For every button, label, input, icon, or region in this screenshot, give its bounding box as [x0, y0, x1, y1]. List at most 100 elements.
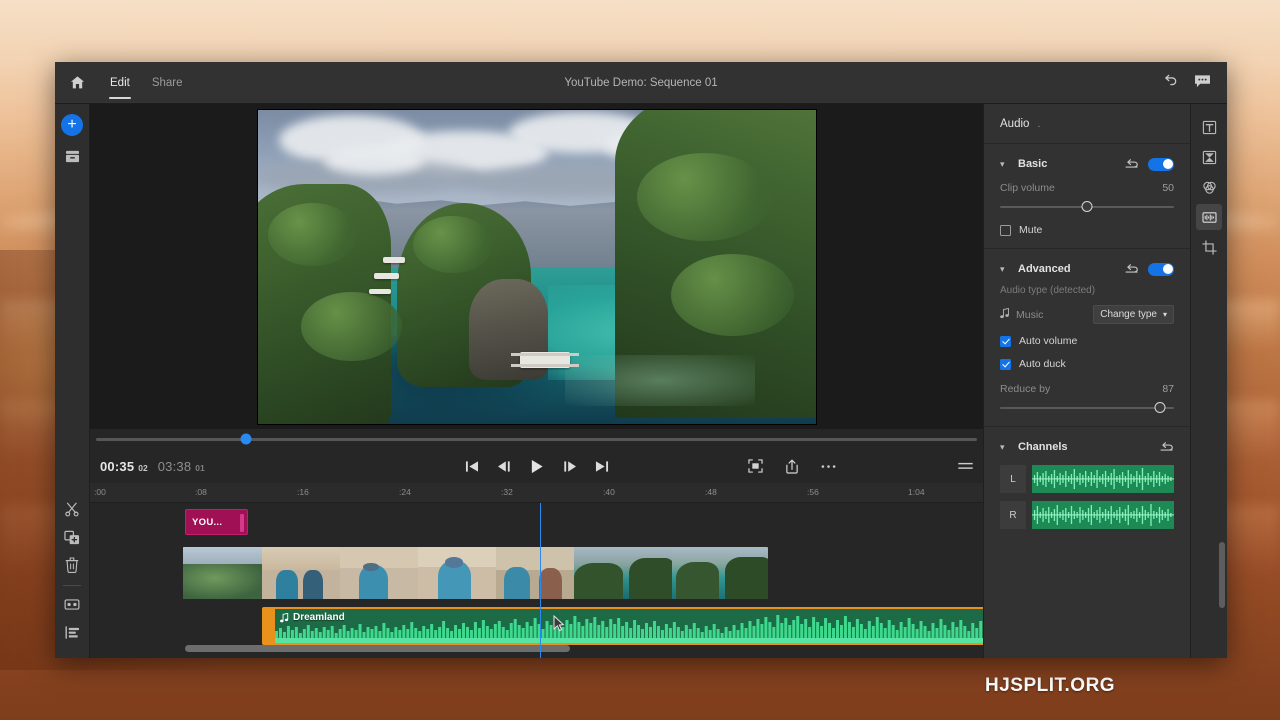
step-backward-icon[interactable] — [497, 460, 512, 473]
auto-volume-checkbox[interactable] — [1000, 336, 1011, 347]
tab-edit[interactable]: Edit — [99, 62, 141, 104]
step-forward-icon[interactable] — [562, 460, 577, 473]
media-strip-icon[interactable] — [59, 592, 85, 616]
change-type-label: Change type — [1100, 309, 1157, 320]
timecode-display[interactable]: 00:35 02 03:38 01 — [100, 459, 205, 474]
video-track[interactable] — [183, 547, 768, 599]
panel-menu-dot[interactable]: . — [1037, 118, 1040, 130]
audio-properties-panel: Audio . ▾ Basic Clip volume — [983, 104, 1190, 658]
audio-clip-dreamland[interactable]: Dreamland — [262, 607, 983, 645]
chevron-down-icon: ▾ — [1163, 310, 1167, 319]
mute-checkbox[interactable] — [1000, 225, 1011, 236]
reduce-by-slider[interactable] — [1000, 402, 1174, 414]
app-body: + — [55, 104, 1227, 658]
title-bar: Edit Share YouTube Demo: Sequence 01 — [55, 62, 1227, 104]
audio-waveform — [275, 609, 983, 643]
titlebar-actions — [1162, 74, 1227, 91]
chevron-down-icon[interactable]: ▾ — [1000, 442, 1012, 453]
channels-section: ▾ Channels L — [984, 427, 1190, 541]
left-toolbar: + — [55, 104, 90, 658]
ruler-tick: :00 — [94, 487, 106, 497]
scrollbar-thumb[interactable] — [185, 645, 570, 652]
mute-label: Mute — [1019, 224, 1042, 236]
title-clip[interactable]: YOU... — [185, 509, 248, 535]
add-media-button[interactable]: + — [61, 114, 83, 136]
auto-volume-row[interactable]: Auto volume — [1000, 335, 1174, 347]
duplicate-clip-icon[interactable] — [59, 525, 85, 549]
channel-right-row: R — [1000, 501, 1174, 529]
advanced-toggle[interactable] — [1148, 263, 1174, 276]
ellipsis-icon[interactable] — [821, 464, 836, 469]
advanced-title: Advanced — [1018, 263, 1125, 275]
reduce-by-label: Reduce by — [1000, 383, 1050, 395]
tab-share-label: Share — [152, 77, 183, 89]
transitions-hourglass-icon[interactable] — [1196, 144, 1222, 170]
channels-header[interactable]: ▾ Channels — [1000, 437, 1174, 457]
audio-type-row: Music Change type ▾ — [1000, 305, 1174, 324]
auto-duck-label: Auto duck — [1019, 358, 1066, 370]
scrub-handle[interactable] — [240, 434, 251, 445]
program-monitor — [90, 104, 983, 429]
thumbnail — [672, 547, 768, 599]
timeline-tracks[interactable]: YOU... — [90, 503, 983, 658]
scrub-bar-row — [90, 429, 983, 449]
share-export-icon[interactable] — [785, 459, 799, 474]
hamburger-icon[interactable] — [958, 462, 973, 471]
comment-bubble-icon[interactable] — [1194, 74, 1211, 91]
trash-icon[interactable] — [59, 553, 85, 577]
basic-section: ▾ Basic Clip volume 50 — [984, 144, 1190, 249]
home-icon[interactable] — [55, 62, 99, 104]
tab-share[interactable]: Share — [141, 62, 194, 104]
basic-header[interactable]: ▾ Basic — [1000, 154, 1174, 174]
chevron-down-icon[interactable]: ▾ — [1000, 159, 1012, 170]
mute-row[interactable]: Mute — [1000, 224, 1174, 236]
reset-icon[interactable] — [1125, 262, 1139, 276]
audio-panel-icon[interactable] — [1196, 204, 1222, 230]
title-clip-handle[interactable] — [240, 514, 244, 532]
sequence-title: YouTube Demo: Sequence 01 — [55, 77, 1227, 89]
basic-title: Basic — [1018, 158, 1125, 170]
timeline-panel: :00 :08 :16 :24 :32 :40 :48 :56 1:04 YOU… — [90, 483, 983, 658]
channels-actions — [1160, 440, 1174, 454]
playback-buttons — [465, 459, 609, 474]
color-circles-icon[interactable] — [1196, 174, 1222, 200]
change-type-dropdown[interactable]: Change type ▾ — [1093, 305, 1174, 324]
slider-knob[interactable] — [1155, 402, 1166, 413]
scissors-icon[interactable] — [59, 497, 85, 521]
preview-image[interactable] — [257, 109, 817, 425]
scrub-bar[interactable] — [96, 438, 977, 441]
auto-duck-checkbox[interactable] — [1000, 359, 1011, 370]
reset-icon[interactable] — [1160, 440, 1174, 454]
undo-icon[interactable] — [1162, 74, 1178, 91]
preview-border — [257, 109, 817, 425]
ruler-tick: :56 — [807, 487, 819, 497]
crop-icon[interactable] — [1196, 234, 1222, 260]
mode-tabs: Edit Share — [99, 62, 194, 104]
premiere-rush-window: Edit Share YouTube Demo: Sequence 01 + — [55, 62, 1227, 658]
ruler-tick: :40 — [603, 487, 615, 497]
auto-duck-row[interactable]: Auto duck — [1000, 358, 1174, 370]
center-column: 00:35 02 03:38 01 — [90, 104, 983, 658]
slider-knob[interactable] — [1082, 201, 1093, 212]
slider-track — [1000, 407, 1174, 409]
ruler-tick: :24 — [399, 487, 411, 497]
horizontal-scrollbar[interactable] — [90, 645, 983, 652]
text-title-icon[interactable] — [1196, 114, 1222, 140]
reset-icon[interactable] — [1125, 157, 1139, 171]
basic-toggle[interactable] — [1148, 158, 1174, 171]
clip-volume-slider[interactable] — [1000, 201, 1174, 213]
playhead[interactable] — [540, 503, 541, 658]
ruler-tick: :32 — [501, 487, 513, 497]
skip-end-icon[interactable] — [595, 460, 609, 473]
skip-start-icon[interactable] — [465, 460, 479, 473]
chevron-down-icon[interactable]: ▾ — [1000, 264, 1012, 275]
align-left-icon[interactable] — [59, 620, 85, 644]
timeline-ruler[interactable]: :00 :08 :16 :24 :32 :40 :48 :56 1:04 — [90, 483, 983, 503]
advanced-header[interactable]: ▾ Advanced — [1000, 259, 1174, 279]
play-icon[interactable] — [530, 459, 544, 474]
media-library-icon[interactable] — [59, 144, 85, 168]
fit-frame-icon[interactable] — [748, 459, 763, 473]
thumbnail — [340, 547, 418, 599]
clip-trim-handle-left[interactable] — [264, 609, 275, 643]
audio-clip-name: Dreamland — [293, 612, 345, 623]
